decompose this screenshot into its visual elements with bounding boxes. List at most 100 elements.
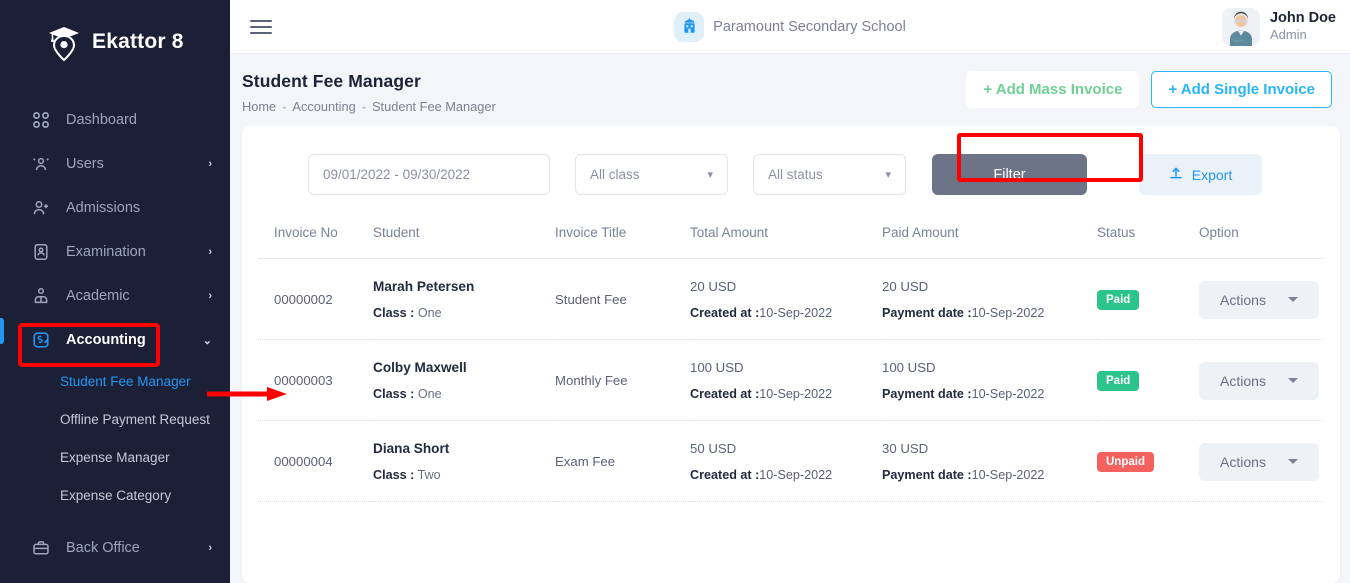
add-mass-invoice-button[interactable]: + Add Mass Invoice [966,71,1139,108]
invoice-dollar-icon [30,329,52,351]
filter-button[interactable]: Filter [932,154,1087,195]
actions-dropdown-button[interactable]: Actions [1199,362,1319,400]
column-header-paid-amount: Paid Amount [882,209,1097,259]
sidebar-item-users[interactable]: Users › [0,142,230,186]
date-range-input[interactable]: 09/01/2022 - 09/30/2022 [308,154,550,195]
cell-total-amount: 20 USD Created at :10-Sep-2022 [690,259,882,340]
topbar: Paramount Secondary School [230,0,1350,54]
student-class: Class : Two [373,468,555,482]
status-select[interactable]: All status ▾ [753,154,906,195]
hamburger-icon[interactable] [250,16,272,38]
app-root: Ekattor 8 Dashboard [0,0,1350,583]
sidebar-divider-space [0,514,230,526]
cell-total-amount: 50 USD Created at :10-Sep-2022 [690,421,882,502]
breadcrumb-separator: - [282,99,286,114]
sidebar-subitem-label: Offline Payment Request [60,412,210,427]
invoice-table-body: 00000002 Marah Petersen Class : One Stud… [258,259,1324,502]
sidebar-item-label: Academic [66,288,208,304]
cell-paid-amount: 100 USD Payment date :10-Sep-2022 [882,340,1097,421]
column-header-status: Status [1097,209,1199,259]
sidebar-item-examination[interactable]: Examination › [0,230,230,274]
payment-label: Payment date : [882,306,972,320]
export-button[interactable]: Export [1139,154,1262,195]
school-name: Paramount Secondary School [713,19,906,35]
paid-amount-value: 100 USD [882,360,1097,375]
total-amount-value: 50 USD [690,441,882,456]
actions-label: Actions [1220,373,1266,389]
cell-option: Actions [1199,421,1324,502]
cell-total-amount: 100 USD Created at :10-Sep-2022 [690,340,882,421]
created-label: Created at : [690,468,759,482]
export-button-label: Export [1192,167,1232,183]
table-header-row: Invoice No Student Invoice Title Total A… [258,209,1324,259]
sidebar-subitem-offline-payment-request[interactable]: Offline Payment Request [0,400,230,438]
created-at: Created at :10-Sep-2022 [690,306,882,320]
user-role: Admin [1270,27,1336,43]
chevron-right-icon: › [208,290,212,302]
sidebar-item-admissions[interactable]: Admissions [0,186,230,230]
graduation-cap-pin-icon [46,22,82,62]
breadcrumb-separator: - [362,99,366,114]
paid-amount-value: 30 USD [882,441,1097,456]
cell-paid-amount: 20 USD Payment date :10-Sep-2022 [882,259,1097,340]
student-name: Diana Short [373,441,555,456]
breadcrumb-accounting[interactable]: Accounting [292,99,355,114]
profile-text-block: John Doe Admin [1270,10,1336,43]
created-value: 10-Sep-2022 [759,468,832,482]
payment-value: 10-Sep-2022 [972,468,1045,482]
sidebar-item-academic[interactable]: Academic › [0,274,230,318]
created-value: 10-Sep-2022 [759,387,832,401]
actions-label: Actions [1220,454,1266,470]
column-header-invoice-title: Invoice Title [555,209,690,259]
status-badge: Paid [1097,371,1139,391]
sidebar-item-accounting[interactable]: Accounting ⌄ [0,318,230,362]
cell-status: Paid [1097,259,1199,340]
total-amount-value: 100 USD [690,360,882,375]
class-select[interactable]: All class ▾ [575,154,728,195]
user-name: John Doe [1270,10,1336,27]
sidebar-subitem-expense-category[interactable]: Expense Category [0,476,230,514]
cell-status: Unpaid [1097,421,1199,502]
profile-menu[interactable]: John Doe Admin [1222,8,1336,46]
add-single-invoice-button[interactable]: + Add Single Invoice [1151,71,1332,108]
breadcrumb-current: Student Fee Manager [372,99,496,114]
column-header-invoice-no: Invoice No [258,209,373,259]
cell-paid-amount: 30 USD Payment date :10-Sep-2022 [882,421,1097,502]
avatar [1222,8,1260,46]
sidebar-subitem-label: Expense Category [60,488,171,503]
actions-dropdown-button[interactable]: Actions [1199,443,1319,481]
created-at: Created at :10-Sep-2022 [690,387,882,401]
cell-invoice-no: 00000004 [258,421,373,502]
sidebar-subitem-student-fee-manager[interactable]: Student Fee Manager [0,362,230,400]
chevron-right-icon: › [208,246,212,258]
exam-card-icon [30,241,52,263]
student-class: Class : One [373,387,555,401]
school-building-icon [674,12,704,42]
created-value: 10-Sep-2022 [759,306,832,320]
briefcase-icon [30,537,52,559]
chevron-right-icon: › [208,542,212,554]
payment-date: Payment date :10-Sep-2022 [882,306,1097,320]
page-header-left: Student Fee Manager Home - Accounting - … [242,71,496,114]
sidebar-item-back-office[interactable]: Back Office › [0,526,230,570]
class-label: Class : [373,468,414,482]
sidebar-item-dashboard[interactable]: Dashboard [0,98,230,142]
cell-invoice-no: 00000002 [258,259,373,340]
chevron-down-icon [1288,378,1298,383]
brand-logo[interactable]: Ekattor 8 [0,0,230,84]
sidebar-subitem-expense-manager[interactable]: Expense Manager [0,438,230,476]
class-value: One [418,387,442,401]
column-header-total-amount: Total Amount [690,209,882,259]
cell-student: Colby Maxwell Class : One [373,340,555,421]
actions-label: Actions [1220,292,1266,308]
content-card: 09/01/2022 - 09/30/2022 All class ▾ All … [242,126,1340,583]
breadcrumb-home[interactable]: Home [242,99,276,114]
actions-dropdown-button[interactable]: Actions [1199,281,1319,319]
student-name: Colby Maxwell [373,360,555,375]
chevron-down-icon: ▾ [707,168,713,181]
brand-name: Ekattor 8 [92,30,184,54]
sidebar-item-label: Admissions [66,200,212,216]
cell-status: Paid [1097,340,1199,421]
page-header-actions: + Add Mass Invoice + Add Single Invoice [966,71,1332,108]
total-amount-value: 20 USD [690,279,882,294]
